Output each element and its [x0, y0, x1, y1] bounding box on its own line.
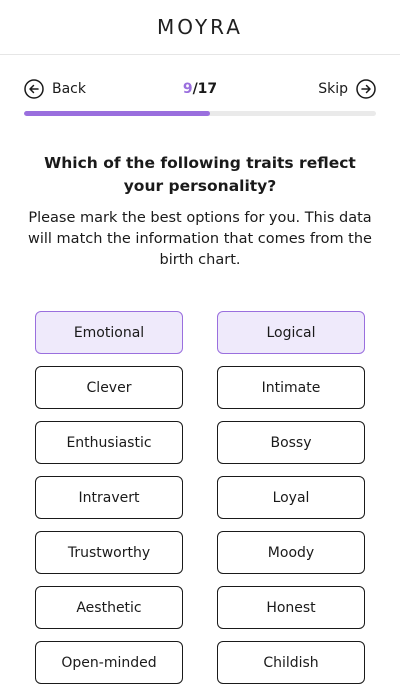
trait-option-logical[interactable]: Logical [217, 311, 365, 354]
question-title: Which of the following traits reflect yo… [44, 154, 356, 195]
step-total: /17 [192, 81, 218, 97]
skip-label: Skip [318, 81, 348, 97]
trait-option-open-minded[interactable]: Open-minded [35, 641, 183, 684]
brand-logo: MOYRA [157, 15, 243, 39]
question-instructions: Please mark the best options for you. Th… [28, 210, 372, 268]
trait-option-aesthetic[interactable]: Aesthetic [35, 586, 183, 629]
trait-option-enthusiastic[interactable]: Enthusiastic [35, 421, 183, 464]
trait-options-grid: Emotional Logical Clever Intimate Enthusiast… [35, 311, 365, 684]
skip-button[interactable]: Skip [318, 79, 376, 99]
trait-option-loyal[interactable]: Loyal [217, 476, 365, 519]
trait-option-moody[interactable]: Moody [217, 531, 365, 574]
progress-bar-fill [24, 111, 211, 116]
back-button[interactable]: Back [24, 79, 86, 99]
step-current: 9 [182, 81, 193, 97]
trait-option-trustworthy[interactable]: Trustworthy [35, 531, 183, 574]
app-header: MOYRA [0, 0, 400, 55]
arrow-right-circle-icon [356, 79, 376, 99]
step-navigation: Back 9/17 Skip [24, 79, 376, 103]
trait-option-bossy[interactable]: Bossy [217, 421, 365, 464]
arrow-left-circle-icon [24, 79, 44, 99]
trait-option-clever[interactable]: Clever [35, 366, 183, 409]
progress-bar [24, 111, 376, 116]
trait-option-childish[interactable]: Childish [217, 641, 365, 684]
back-label: Back [52, 81, 86, 97]
trait-option-emotional[interactable]: Emotional [35, 311, 183, 354]
trait-option-intimate[interactable]: Intimate [217, 366, 365, 409]
trait-option-intravert[interactable]: Intravert [35, 476, 183, 519]
trait-option-honest[interactable]: Honest [217, 586, 365, 629]
